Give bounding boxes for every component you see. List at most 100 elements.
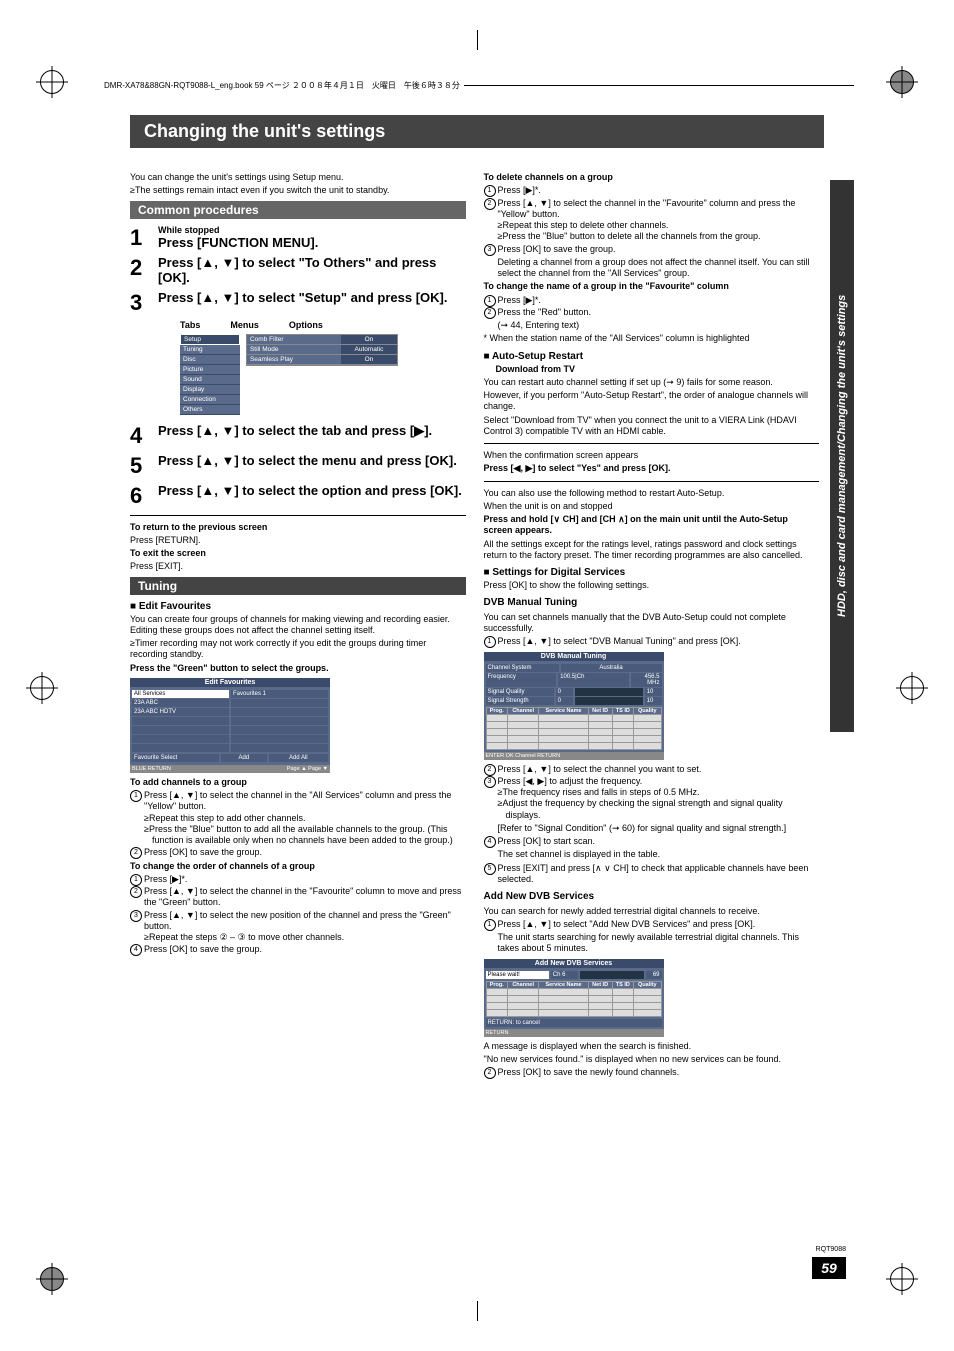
right-column: To delete channels on a group Press [▶]*…: [484, 170, 820, 1080]
rule: [484, 481, 820, 482]
page-number: 59: [812, 1257, 846, 1279]
ss-foot: RETURN: [484, 1029, 664, 1037]
add-dvb-step-2: Press [OK] to save the newly found chann…: [484, 1067, 820, 1078]
add-dvb-after: A message is displayed when the search i…: [484, 1041, 820, 1052]
dvb-steps-rest: Press [▲, ▼] to select the channel you w…: [484, 764, 820, 886]
sub-note: The unit starts searching for newly avai…: [498, 932, 820, 955]
list-item: Press [OK] to save the group. Deleting a…: [484, 244, 820, 280]
content-columns: You can change the unit's settings using…: [130, 170, 819, 1080]
alt-para: When the unit is on and stopped: [484, 501, 820, 512]
download-tv-heading: Download from TV: [496, 364, 820, 375]
step-number: 5: [130, 453, 150, 479]
header-rule: DMR-XA78&88GN-RQT9088-L_eng.book 59 ページ …: [100, 85, 854, 86]
list-item: Press [◀, ▶] to adjust the frequency. ≥T…: [484, 776, 820, 834]
sub-bullet: ≥Press the "Blue" button to add all the …: [144, 824, 466, 847]
step-subtext: While stopped: [158, 225, 466, 235]
list-item: Press [▲, ▼] to select the new position …: [130, 910, 466, 944]
step-6: 6 Press [▲, ▼] to select the option and …: [130, 483, 466, 509]
list-item: Press [OK] to save the group.: [130, 944, 466, 955]
dvb-para: You can set channels manually that the D…: [484, 612, 820, 635]
page: DMR-XA78&88GN-RQT9088-L_eng.book 59 ページ …: [0, 0, 954, 1351]
list-item: Press [▲, ▼] to select the channel in th…: [130, 886, 466, 909]
intro-text: You can change the unit's settings using…: [130, 172, 466, 183]
ss-foot-btn: Add All: [269, 754, 328, 762]
step-number: 3: [130, 290, 150, 316]
label-menus: Menus: [230, 320, 259, 330]
ss-cell: 23A ABC HDTV: [132, 708, 229, 716]
step-text: Press [▲, ▼] to select "Setup" and press…: [158, 290, 466, 306]
list-item: Press [OK] to save the group.: [130, 847, 466, 858]
auto-setup-heading: ■ Auto-Setup Restart: [484, 351, 820, 362]
registration-mark: [30, 676, 54, 700]
dvb-manual-screenshot: DVB Manual Tuning Channel SystemAustrali…: [484, 652, 664, 760]
step-text: Press [▲, ▼] to select "To Others" and p…: [158, 255, 466, 286]
sub-bullet: ≥Press the "Blue" button to delete all t…: [498, 231, 820, 242]
ss-col-head: Favourites 1: [231, 690, 328, 698]
list-item: Press [▶]*.: [484, 295, 820, 306]
edit-favourites-heading: ■ Edit Favourites: [130, 601, 466, 612]
step-text: Press [▲, ▼] to select the menu and pres…: [158, 453, 466, 469]
ss-title: DVB Manual Tuning: [484, 652, 664, 661]
label-tabs: Tabs: [180, 320, 200, 330]
return-heading: To return to the previous screen: [130, 522, 466, 533]
list-item: Press [▶]*.: [130, 874, 466, 885]
list-item: Press [OK] to start scan. The set channe…: [484, 836, 820, 861]
sub-bullet: ≥The frequency rises and falls in steps …: [498, 787, 820, 798]
list-item: Press [OK] to save the newly found chann…: [484, 1067, 820, 1078]
setup-labels: Tabs Menus Options: [180, 320, 466, 330]
sub-bullet: ≥Repeat the steps ② – ③ to move other ch…: [144, 932, 466, 943]
ss-col-head: All Services: [132, 690, 229, 698]
list-item: Press [▲, ▼] to select the channel in th…: [484, 198, 820, 243]
alt-para: All the settings except for the ratings …: [484, 539, 820, 562]
step-number: 6: [130, 483, 150, 509]
digital-services-para: Press [OK] to show the following setting…: [484, 580, 820, 591]
step-number: 2: [130, 255, 150, 286]
setup-tab: Display: [180, 385, 240, 395]
add-dvb-after: "No new services found." is displayed wh…: [484, 1054, 820, 1065]
rename-steps: Press [▶]*. Press the "Red" button. (➞ 4…: [484, 295, 820, 332]
doc-id: RQT9088: [816, 1246, 846, 1253]
auto-para: You can restart auto channel setting if …: [484, 377, 820, 388]
ss-foot-text: Page ▲ Page ▼: [287, 766, 328, 772]
rule: [130, 515, 466, 516]
crop-mark: [477, 1301, 478, 1321]
intro-bullet: ≥The settings remain intact even if you …: [130, 185, 466, 196]
ss-foot-text: BLUE RETURN: [132, 766, 171, 772]
registration-mark: [890, 1267, 914, 1291]
sub-note: [Refer to "Signal Condition" (➞ 60) for …: [498, 823, 820, 834]
step-3: 3 Press [▲, ▼] to select "Setup" and pre…: [130, 290, 466, 316]
registration-mark: [40, 70, 64, 94]
setup-tab: Tuning: [180, 345, 240, 355]
step-4: 4 Press [▲, ▼] to select the tab and pre…: [130, 423, 466, 449]
menu-value: On: [341, 355, 397, 364]
delete-note: Deleting a channel from a group does not…: [498, 257, 820, 280]
ss-wait: Please wait!: [486, 971, 549, 979]
side-tab: HDD, disc and card management/Changing t…: [830, 180, 854, 732]
add-channels-steps: Press [▲, ▼] to select the channel in th…: [130, 790, 466, 859]
exit-heading: To exit the screen: [130, 548, 466, 559]
ss-table: Prog. Channel Service Name Net ID TS ID …: [486, 981, 662, 1017]
ss-ch: Ch 6: [551, 971, 579, 979]
ss-title: Edit Favourites: [130, 678, 330, 687]
step-number: 1: [130, 225, 150, 251]
add-channels-heading: To add channels to a group: [130, 777, 466, 788]
list-item: Press [▲, ▼] to select "Add New DVB Serv…: [484, 919, 820, 955]
alt-para: You can also use the following method to…: [484, 488, 820, 499]
confirm-body: Press [◀, ▶] to select "Yes" and press […: [484, 463, 820, 474]
list-item: Press the "Red" button. (➞ 44, Entering …: [484, 307, 820, 332]
ss-table: Prog. Channel Service Name Net ID TS ID …: [486, 707, 662, 750]
page-title: Changing the unit's settings: [130, 115, 824, 148]
dvb-manual-heading: DVB Manual Tuning: [484, 597, 820, 610]
sub-note: The set channel is displayed in the tabl…: [498, 849, 820, 860]
star-footnote: * When the station name of the "All Serv…: [484, 333, 820, 344]
registration-mark: [900, 676, 924, 700]
ss-return: RETURN: to cancel: [486, 1019, 662, 1027]
list-item: Press [EXIT] and press [∧ ∨ CH] to check…: [484, 863, 820, 886]
crop-mark: [477, 30, 478, 50]
digital-services-heading: ■ Settings for Digital Services: [484, 567, 820, 578]
setup-tab: Sound: [180, 375, 240, 385]
setup-menu-screenshot: Setup Tuning Disc Picture Sound Display …: [180, 334, 400, 415]
add-dvb-para: You can search for newly added terrestri…: [484, 906, 820, 917]
label-options: Options: [289, 320, 323, 330]
step-text: Press [FUNCTION MENU].: [158, 235, 466, 251]
